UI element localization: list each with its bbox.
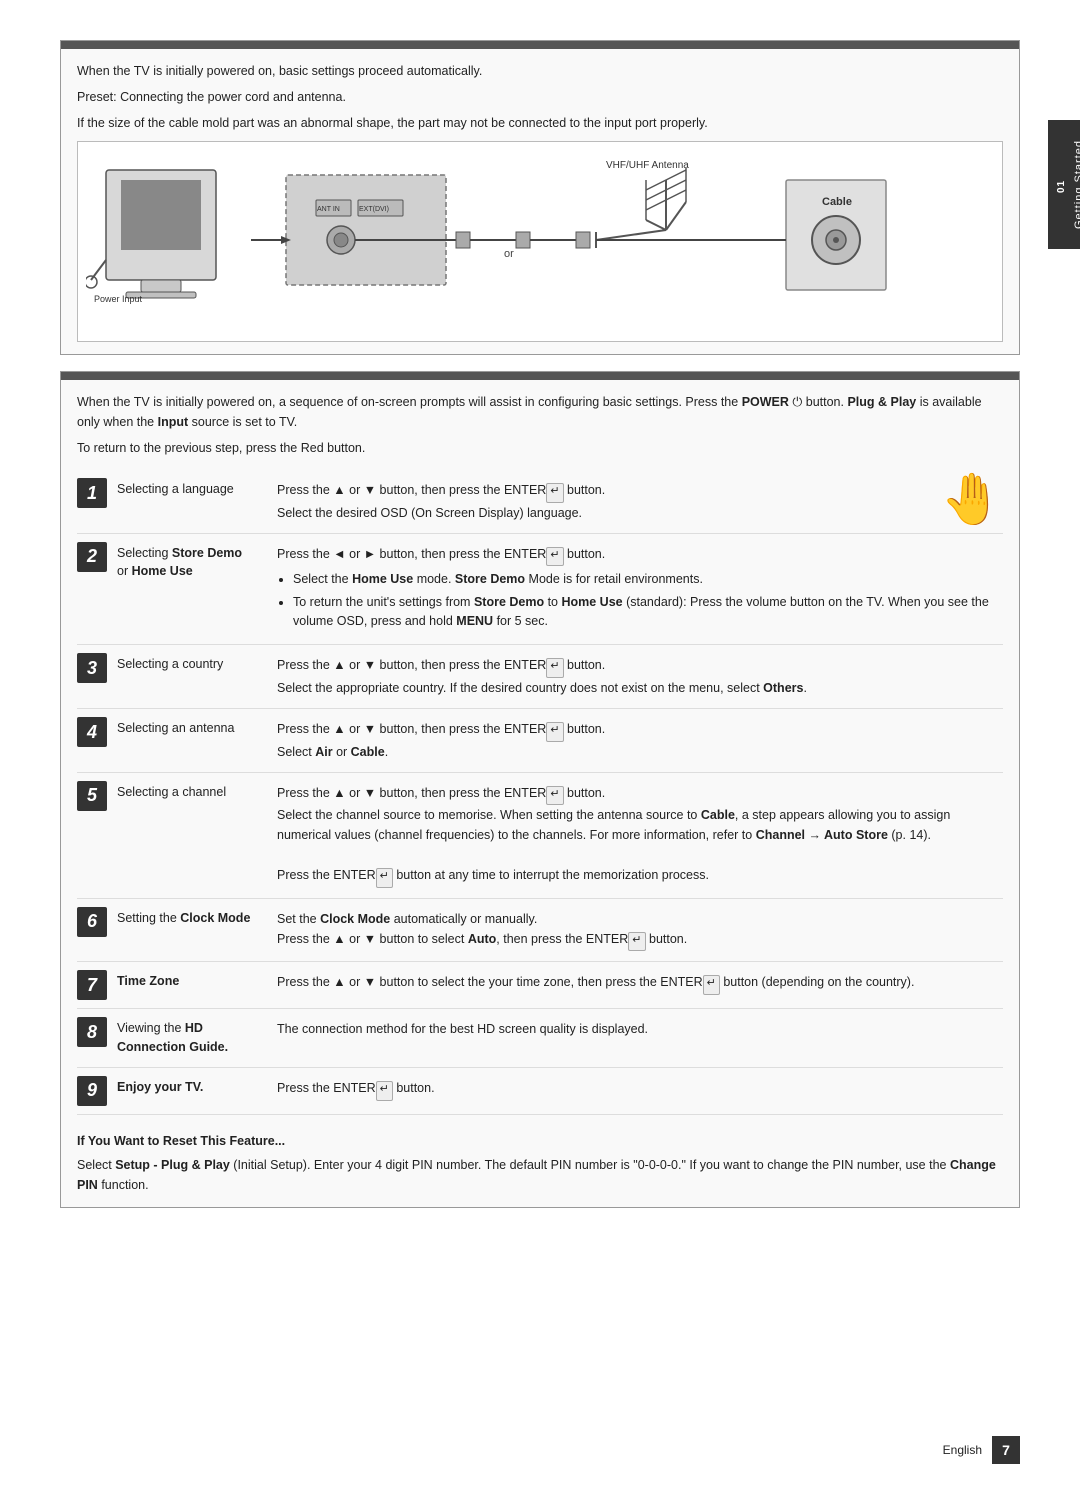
table-row: 5 Selecting a channel Press the ▲ or ▼ b… [77,772,1003,898]
section2-header-bar [61,372,1019,380]
connection-diagram: Power Input ANT IN EXT(DVI) [77,141,1003,342]
svg-text:ANT IN: ANT IN [317,206,340,213]
step-num-cell: 6 [77,898,113,962]
section-header-bar [61,41,1019,49]
step-desc: Press the ▲ or ▼ button, then press the … [273,772,1003,898]
pnp-intro-1: When the TV is initially powered on, a s… [77,395,982,429]
step-num-cell: 2 [77,533,113,645]
reset-text: Select Setup - Plug & Play (Initial Setu… [77,1155,1003,1195]
step-num-cell: 1 [77,470,113,533]
svg-text:or: or [504,248,514,260]
connection-section: When the TV is initially powered on, bas… [60,40,1020,355]
enter-icon: ↵ [546,722,563,742]
step-label: Selecting an antenna [113,709,273,773]
step-label: Selecting a country [113,645,273,709]
page-footer: English 7 [943,1436,1020,1464]
svg-text:VHF/UHF Antenna: VHF/UHF Antenna [606,160,689,171]
step-number: 6 [77,907,107,937]
enter-icon: ↵ [546,786,563,806]
enter-icon: ↵ [546,658,563,678]
step-number: 1 [77,478,107,508]
pnp-note: To return to the previous step, press th… [77,438,1003,458]
section1-content: When the TV is initially powered on, bas… [61,49,1019,354]
step-desc: Press the ▲ or ▼ button, then press the … [273,709,1003,773]
step-desc: Set the Clock Mode automatically or manu… [273,898,1003,962]
intro-text-3: If the size of the cable mold part was a… [77,113,1003,133]
step-num-cell: 5 [77,772,113,898]
step-num-cell: 9 [77,1067,113,1114]
steps-table: 1 Selecting a language Press the ▲ or ▼ … [77,470,1003,1115]
step-number: 5 [77,781,107,811]
step-desc: Press the ▲ or ▼ button, then press the … [273,645,1003,709]
step-number: 4 [77,717,107,747]
step-desc: Press the ENTER↵ button. [273,1067,1003,1114]
step-label: Enjoy your TV. [113,1067,273,1114]
enter-icon: ↵ [628,932,645,952]
plug-play-section: When the TV is initially powered on, a s… [60,371,1020,1208]
reset-title: If You Want to Reset This Feature... [77,1131,1003,1151]
table-row: 1 Selecting a language Press the ▲ or ▼ … [77,470,1003,533]
step-num-cell: 4 [77,709,113,773]
reset-section: If You Want to Reset This Feature... Sel… [77,1131,1003,1195]
pnp-intro-text: When the TV is initially powered on, a s… [77,392,1003,432]
step-desc: Press the ◄ or ► button, then press the … [273,533,1003,645]
chapter-number: 01 [1056,180,1067,193]
enter-icon: ↵ [546,547,563,567]
step-number: 8 [77,1017,107,1047]
page-number: 7 [992,1436,1020,1464]
enter-icon: ↵ [376,868,393,888]
table-row: 2 Selecting Store Demoor Home Use Press … [77,533,1003,645]
pnp-note-text: To return to the previous step, press th… [77,441,365,455]
language-label: English [943,1443,982,1457]
intro-text-1: When the TV is initially powered on, bas… [77,61,1003,81]
step-label: Time Zone [113,962,273,1009]
step-number: 9 [77,1076,107,1106]
table-row: 9 Enjoy your TV. Press the ENTER↵ button… [77,1067,1003,1114]
enter-icon: ↵ [546,483,563,503]
table-row: 6 Setting the Clock Mode Set the Clock M… [77,898,1003,962]
step-number: 2 [77,542,107,572]
step-label: Setting the Clock Mode [113,898,273,962]
step-number: 3 [77,653,107,683]
step-label: Selecting a language [113,470,273,533]
step-label: Selecting a channel [113,772,273,898]
step-label: Viewing the HDConnection Guide. [113,1009,273,1068]
step-number: 7 [77,970,107,1000]
steps-container: 🤚 1 Selecting a language Pres [77,470,1003,1115]
step-desc: The connection method for the best HD sc… [273,1009,1003,1068]
svg-text:Power Input: Power Input [94,294,143,304]
table-row: 7 Time Zone Press the ▲ or ▼ button to s… [77,962,1003,1009]
step-desc: Press the ▲ or ▼ button to select the yo… [273,962,1003,1009]
table-row: 8 Viewing the HDConnection Guide. The co… [77,1009,1003,1068]
step-num-cell: 7 [77,962,113,1009]
table-row: 3 Selecting a country Press the ▲ or ▼ b… [77,645,1003,709]
side-tab: 01 Getting Started [1048,120,1080,249]
svg-text:EXT(DVI): EXT(DVI) [359,206,389,213]
step-num-cell: 3 [77,645,113,709]
table-row: 4 Selecting an antenna Press the ▲ or ▼ … [77,709,1003,773]
step-label: Selecting Store Demoor Home Use [113,533,273,645]
step-num-cell: 8 [77,1009,113,1068]
chapter-label: Getting Started [1073,140,1080,229]
intro-text-2: Preset: Connecting the power cord and an… [77,87,1003,107]
page-container: 01 Getting Started When the TV is initia… [0,0,1080,1494]
enter-icon: ↵ [703,975,720,995]
diagram-svg: Power Input ANT IN EXT(DVI) [86,150,946,330]
enter-icon: ↵ [376,1081,393,1101]
svg-text:Cable: Cable [822,196,852,208]
section2-content: When the TV is initially powered on, a s… [61,380,1019,1207]
hand-icon: 🤚 [941,470,1003,529]
step-desc: Press the ▲ or ▼ button, then press the … [273,470,1003,533]
